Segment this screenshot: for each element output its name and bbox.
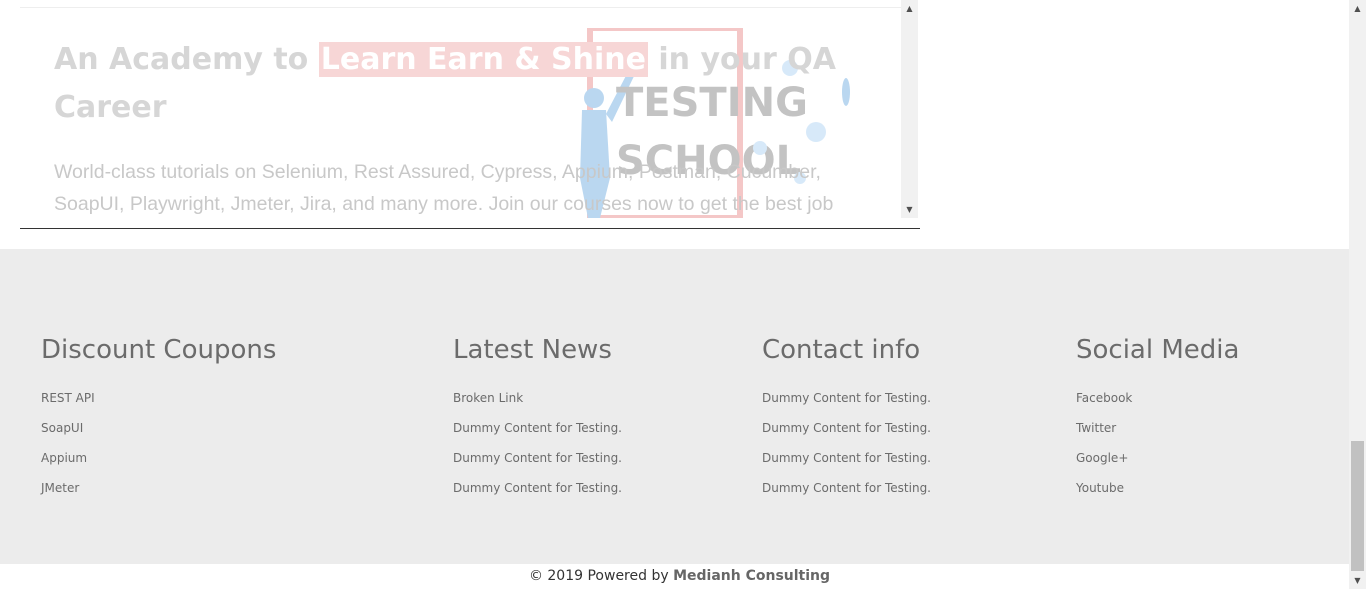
footer-link-news-item[interactable]: Dummy Content for Testing. [453, 413, 622, 443]
page: TESTING SCHOOL An Academy to Learn Earn … [0, 0, 1366, 589]
footer-contact-item[interactable]: Dummy Content for Testing. [762, 383, 931, 413]
footer-heading-social-media: Social Media [1076, 335, 1240, 365]
footer-col-latest-news: Latest News Broken Link Dummy Content fo… [453, 331, 622, 503]
scrollbar-thumb[interactable] [1351, 441, 1364, 571]
footer-link-jmeter[interactable]: JMeter [41, 473, 276, 503]
footer-contact-item[interactable]: Dummy Content for Testing. [762, 443, 931, 473]
scroll-up-icon[interactable]: ▲ [901, 0, 918, 17]
hero-description: World-class tutorials on Selenium, Rest … [54, 161, 834, 215]
footer-contact-item[interactable]: Dummy Content for Testing. [762, 413, 931, 443]
footer-link-news-item[interactable]: Dummy Content for Testing. [453, 473, 622, 503]
hero-title-highlight: Learn Earn & Shine [318, 42, 648, 77]
footer-heading-contact-info: Contact info [762, 335, 921, 365]
footer-link-soapui[interactable]: SoapUI [41, 413, 276, 443]
footer-link-news-item[interactable]: Dummy Content for Testing. [453, 443, 622, 473]
footer-col-discount-coupons: Discount Coupons REST API SoapUI Appium … [41, 331, 276, 503]
footer-link-broken-link[interactable]: Broken Link [453, 383, 622, 413]
footer-heading-discount-coupons: Discount Coupons [41, 335, 277, 365]
scroll-down-icon[interactable]: ▼ [1349, 572, 1366, 589]
footer-col-social-media: Social Media Facebook Twitter Google+ Yo… [1076, 331, 1239, 503]
hero-title: An Academy to Learn Earn & Shine in your… [54, 36, 854, 132]
copyright-text: © 2019 Powered by [528, 568, 674, 584]
copyright: © 2019 Powered by Medianh Consulting [0, 564, 1349, 589]
footer-link-youtube[interactable]: Youtube [1076, 473, 1239, 503]
hero-divider [20, 7, 901, 8]
scroll-up-icon[interactable]: ▲ [1349, 0, 1366, 17]
footer-link-facebook[interactable]: Facebook [1076, 383, 1239, 413]
footer-link-rest-api[interactable]: REST API [41, 383, 276, 413]
footer-col-contact-info: Contact info Dummy Content for Testing. … [762, 331, 931, 503]
footer-contact-item[interactable]: Dummy Content for Testing. [762, 473, 931, 503]
hero-content: TESTING SCHOOL An Academy to Learn Earn … [20, 0, 901, 218]
hero-scrollbar[interactable]: ▲ ▼ [901, 0, 918, 218]
page-scrollbar[interactable]: ▲ ▼ [1349, 0, 1366, 589]
scroll-down-icon[interactable]: ▼ [901, 201, 918, 218]
footer: Discount Coupons REST API SoapUI Appium … [0, 249, 1349, 564]
footer-heading-latest-news: Latest News [453, 335, 612, 365]
footer-link-appium[interactable]: Appium [41, 443, 276, 473]
footer-link-google-plus[interactable]: Google+ [1076, 443, 1239, 473]
hero-title-before: An Academy to [54, 42, 319, 77]
copyright-brand-link[interactable]: Medianh Consulting [673, 568, 830, 584]
footer-link-twitter[interactable]: Twitter [1076, 413, 1239, 443]
hero-iframe[interactable]: TESTING SCHOOL An Academy to Learn Earn … [20, 0, 920, 229]
